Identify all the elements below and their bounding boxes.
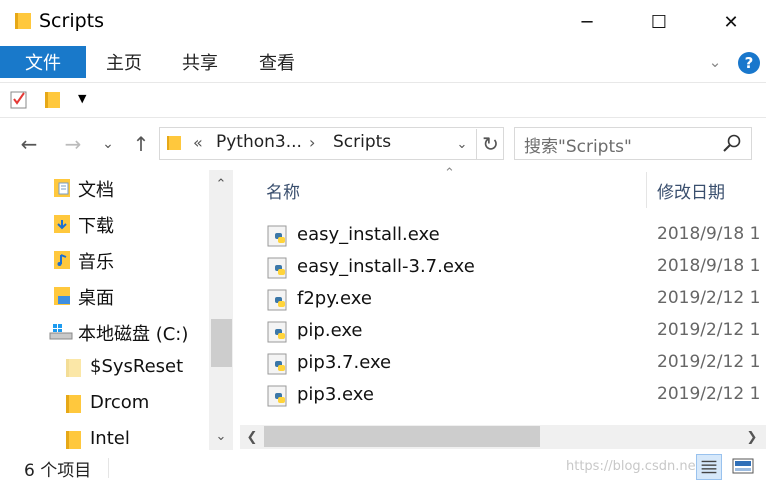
python-exe-icon [267, 289, 287, 311]
local-disk-icon [49, 324, 73, 340]
list-item[interactable]: easy_install.exe 2018/9/18 1 [262, 220, 766, 252]
file-name: easy_install.exe [297, 224, 440, 245]
sidebar-item-label: 下载 [78, 216, 114, 237]
file-date: 2019/2/12 1 [657, 352, 761, 372]
customize-dropdown-icon[interactable]: ▼ [78, 92, 90, 108]
new-folder-icon[interactable] [44, 91, 62, 109]
tab-home[interactable]: 主页 [104, 46, 144, 78]
column-divider[interactable] [646, 172, 647, 208]
list-item[interactable]: pip3.7.exe 2019/2/12 1 [262, 348, 766, 380]
scroll-up-icon[interactable]: ⌃ [209, 172, 233, 196]
tab-view[interactable]: 查看 [257, 46, 297, 78]
sidebar-item-downloads[interactable]: 下载 [0, 206, 208, 242]
breadcrumb-python[interactable]: Python3... [216, 132, 302, 152]
sidebar-scrollbar-thumb[interactable] [211, 319, 232, 367]
folder-icon [66, 359, 81, 377]
file-name: easy_install-3.7.exe [297, 256, 475, 277]
list-item[interactable]: pip.exe 2019/2/12 1 [262, 316, 766, 348]
scroll-left-icon[interactable]: ❮ [240, 425, 264, 449]
window-title: Scripts [39, 10, 105, 32]
python-exe-icon [267, 385, 287, 407]
forward-button[interactable]: → [58, 128, 88, 160]
file-date: 2019/2/12 1 [657, 384, 761, 404]
quick-access-toolbar [0, 82, 766, 118]
scroll-down-icon[interactable]: ⌄ [209, 424, 233, 448]
folder-icon [66, 431, 81, 449]
sidebar-item-label: $SysReset [90, 356, 184, 377]
list-item[interactable]: pip3.exe 2019/2/12 1 [262, 380, 766, 412]
python-exe-icon [267, 257, 287, 279]
horizontal-scrollbar-thumb[interactable] [264, 426, 540, 447]
python-exe-icon [267, 225, 287, 247]
python-exe-icon [267, 321, 287, 343]
back-button[interactable]: ← [14, 128, 44, 160]
chevron-down-icon[interactable]: ⌄ [705, 52, 725, 72]
refresh-button[interactable]: ↻ [476, 129, 504, 159]
sort-ascending-icon: ⌃ [444, 166, 455, 181]
documents-folder-icon [54, 179, 70, 197]
sidebar-item-label: Intel [90, 428, 130, 449]
sidebar-item-documents[interactable]: 文档 [0, 170, 208, 206]
sidebar-item-label: 音乐 [78, 252, 114, 273]
folder-icon [15, 13, 31, 29]
sidebar-item-label: 本地磁盘 (C:) [78, 324, 189, 345]
item-count: 6 个项目 [24, 461, 92, 481]
sidebar-item-music[interactable]: 音乐 [0, 242, 208, 278]
sidebar-item-label: Drcom [90, 392, 150, 413]
column-header-name[interactable]: 名称 [266, 178, 300, 203]
search-icon[interactable] [722, 133, 742, 153]
sidebar-item-desktop[interactable]: 桌面 [0, 278, 208, 314]
sidebar-scrollbar[interactable] [209, 170, 233, 450]
folder-icon [167, 136, 181, 150]
folder-icon [66, 395, 81, 413]
music-folder-icon [54, 251, 70, 269]
breadcrumb-separator[interactable]: › [309, 133, 315, 152]
close-button[interactable]: ✕ [708, 0, 754, 44]
file-name: pip.exe [297, 320, 363, 341]
search-placeholder[interactable]: 搜索"Scripts" [524, 132, 632, 157]
sidebar-item-drcom[interactable]: Drcom [0, 386, 208, 422]
file-date: 2019/2/12 1 [657, 320, 761, 340]
sidebar-item-intel[interactable]: Intel [0, 422, 208, 450]
maximize-button[interactable]: ☐ [636, 0, 682, 44]
file-date: 2018/9/18 1 [657, 224, 761, 244]
sidebar-item-sysreset[interactable]: $SysReset [0, 350, 208, 386]
breadcrumb-overflow[interactable]: « [193, 133, 203, 152]
file-name: pip3.7.exe [297, 352, 392, 373]
sidebar-item-label: 文档 [78, 180, 114, 201]
list-item[interactable]: f2py.exe 2019/2/12 1 [262, 284, 766, 316]
file-name: pip3.exe [297, 384, 374, 405]
recent-locations-chevron-icon[interactable]: ⌄ [97, 128, 119, 160]
python-exe-icon [267, 353, 287, 375]
file-date: 2019/2/12 1 [657, 288, 761, 308]
watermark: https://blog.csdn.net/... [566, 459, 718, 474]
desktop-folder-icon [54, 287, 70, 305]
up-button[interactable]: ↑ [126, 128, 156, 160]
file-name: f2py.exe [297, 288, 372, 309]
list-item[interactable]: easy_install-3.7.exe 2018/9/18 1 [262, 252, 766, 284]
file-date: 2018/9/18 1 [657, 256, 761, 276]
status-divider [108, 458, 109, 478]
scroll-right-icon[interactable]: ❯ [740, 425, 764, 449]
downloads-folder-icon [54, 215, 70, 233]
minimize-button[interactable]: ─ [564, 0, 610, 44]
tab-file[interactable]: 文件 [0, 46, 86, 78]
sidebar-item-local-disk[interactable]: 本地磁盘 (C:) [0, 314, 208, 350]
large-icons-view-icon[interactable] [730, 454, 756, 480]
column-header-date-modified[interactable]: 修改日期 [657, 178, 725, 203]
properties-icon[interactable] [10, 89, 28, 109]
breadcrumb-scripts[interactable]: Scripts [333, 132, 391, 152]
help-icon[interactable]: ? [738, 52, 760, 74]
sidebar-item-label: 桌面 [78, 288, 114, 309]
tab-share[interactable]: 共享 [180, 46, 220, 78]
address-dropdown-icon[interactable]: ⌄ [453, 134, 471, 154]
details-view-icon[interactable] [696, 454, 722, 480]
